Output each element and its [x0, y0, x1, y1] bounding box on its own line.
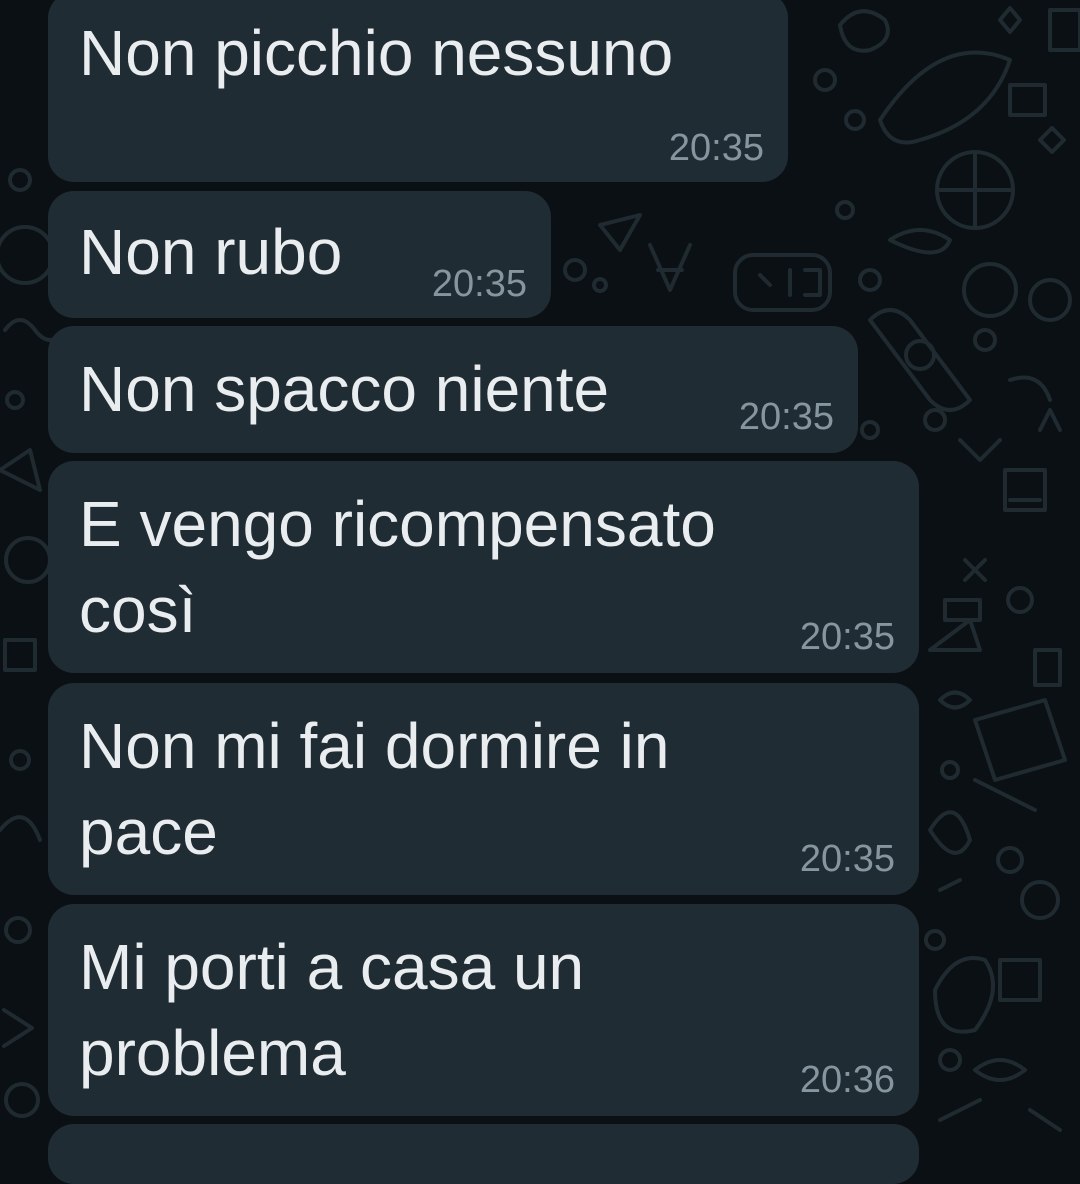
message-timestamp: 20:35 — [668, 127, 764, 169]
message-bubble[interactable]: Non rubo 20:35 — [48, 191, 551, 318]
message-text: Non spacco niente — [79, 353, 610, 425]
message-bubble[interactable] — [48, 1124, 919, 1184]
message-bubble[interactable]: Mi porti a casa un problema 20:36 — [48, 904, 919, 1116]
message-text: Non rubo — [79, 216, 343, 288]
message-text: Mi porti a casa un — [79, 931, 585, 1003]
message-text: problema — [79, 1017, 346, 1089]
message-text: così — [79, 574, 197, 646]
message-bubble[interactable]: E vengo ricompensato così 20:35 — [48, 461, 919, 673]
message-timestamp: 20:36 — [799, 1059, 895, 1101]
message-bubble[interactable]: Non mi fai dormire in pace 20:35 — [48, 683, 919, 895]
message-timestamp: 20:35 — [799, 616, 895, 658]
message-text: E vengo ricompensato — [79, 488, 716, 560]
message-bubble[interactable]: Non spacco niente 20:35 — [48, 326, 858, 453]
message-timestamp: 20:35 — [799, 838, 895, 880]
message-bubble[interactable]: Non picchio nessuno 20:35 — [48, 0, 788, 182]
chat-messages[interactable]: Non picchio nessuno 20:35 Non rubo 20:35… — [0, 0, 1080, 1184]
message-text: Non mi fai dormire in — [79, 710, 670, 782]
message-text: Non picchio nessuno — [79, 17, 674, 89]
message-timestamp: 20:35 — [738, 396, 834, 438]
message-text: pace — [79, 796, 218, 868]
message-timestamp: 20:35 — [431, 263, 527, 305]
